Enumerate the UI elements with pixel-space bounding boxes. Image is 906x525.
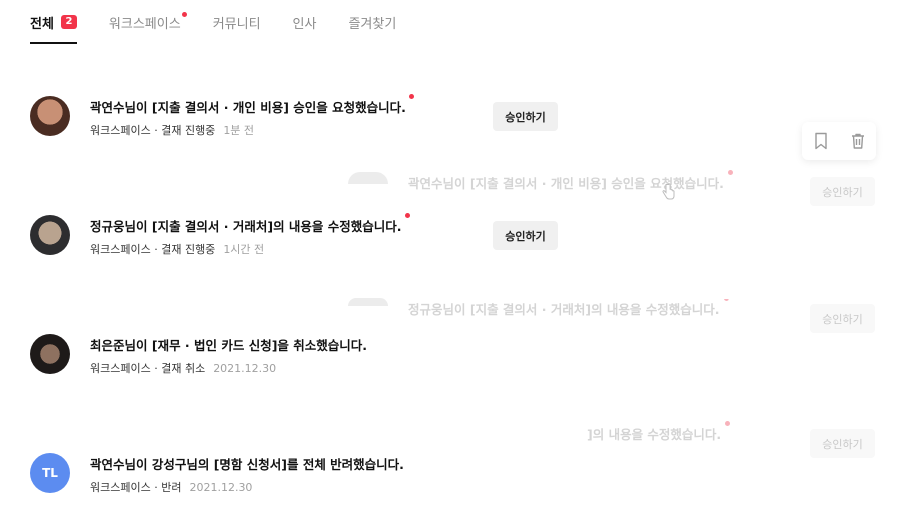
- tab-all-count-badge: 2: [60, 15, 77, 29]
- notification-time: 2021.12.30: [213, 362, 277, 375]
- tab-hr[interactable]: 인사: [293, 0, 317, 44]
- notification-meta: 워크스페이스 · 결재 취소 2021.12.30: [90, 362, 277, 375]
- unread-dot: [408, 94, 414, 99]
- tab-favorites-label: 즐겨찾기: [348, 16, 397, 32]
- hand-cursor-icon: [661, 183, 675, 205]
- trash-icon[interactable]: [847, 130, 869, 152]
- avatar-initials: TL: [30, 453, 70, 493]
- tab-community[interactable]: 커뮤니티: [213, 0, 261, 44]
- ghost-notification-title: 정규웅님이 [지출 결의서 · 거래처]의 내용을 수정했습니다.: [408, 299, 729, 318]
- avatar: [30, 334, 70, 374]
- notification-meta: 워크스페이스 · 결재 진행중 1시간 전: [90, 243, 265, 256]
- ghost-avatar: [348, 298, 388, 306]
- tab-hr-label: 인사: [292, 16, 317, 32]
- notification-title: 최은준님이 [재무 · 법인 카드 신청]을 취소했습니다.: [90, 338, 368, 353]
- notification-item[interactable]: TL 곽연수님이 강성구님의 [명함 신청서]를 전체 반려했습니다. 워크스페…: [30, 453, 590, 509]
- ghost-notification-title: ]의 내용을 수정했습니다.: [587, 421, 731, 443]
- approve-button[interactable]: 승인하기: [493, 102, 558, 131]
- notification-title: 곽연수님이 [지출 결의서 · 개인 비용] 승인을 요청했습니다.: [90, 94, 414, 116]
- notification-actions: [802, 122, 876, 160]
- notification-time: 2021.12.30: [189, 481, 253, 494]
- tab-workspace-label: 워크스페이스: [108, 16, 181, 32]
- ghost-approve-button: 승인하기: [810, 304, 875, 333]
- notification-meta: 워크스페이스 · 반려 2021.12.30: [90, 481, 253, 494]
- ghost-notification-title: 곽연수님이 [지출 결의서 · 개인 비용] 승인을 요청했습니다.: [408, 170, 733, 192]
- ghost-avatar: [348, 172, 388, 184]
- notification-item[interactable]: 정규웅님이 [지출 결의서 · 거래처]의 내용을 수정했습니다. 워크스페이스…: [30, 213, 590, 271]
- notification-meta: 워크스페이스 · 결재 진행중 1분 전: [90, 124, 255, 137]
- notification-title: 곽연수님이 강성구님의 [명함 신청서]를 전체 반려했습니다.: [90, 457, 404, 472]
- tab-workspace[interactable]: 워크스페이스: [108, 0, 187, 44]
- notification-item[interactable]: 곽연수님이 [지출 결의서 · 개인 비용] 승인을 요청했습니다. 워크스페이…: [30, 94, 590, 152]
- avatar: [30, 215, 70, 255]
- unread-dot: [404, 213, 410, 218]
- avatar: [30, 96, 70, 136]
- tab-favorites[interactable]: 즐겨찾기: [348, 0, 396, 44]
- tab-all-label: 전체: [30, 16, 54, 32]
- ghost-approve-button: 승인하기: [810, 177, 875, 206]
- tab-workspace-new-dot: [181, 12, 187, 17]
- notification-item[interactable]: 최은준님이 [재무 · 법인 카드 신청]을 취소했습니다. 워크스페이스 · …: [30, 334, 590, 390]
- notification-time: 1시간 전: [223, 243, 265, 256]
- ghost-approve-button: 승인하기: [810, 429, 875, 458]
- tab-all[interactable]: 전체 2: [30, 0, 77, 44]
- notification-time: 1분 전: [223, 124, 255, 137]
- notification-tabs: 전체 2 워크스페이스 커뮤니티 인사 즐겨찾기: [30, 0, 428, 44]
- approve-button[interactable]: 승인하기: [493, 221, 558, 250]
- tab-community-label: 커뮤니티: [212, 16, 261, 32]
- notification-title: 정규웅님이 [지출 결의서 · 거래처]의 내용을 수정했습니다.: [90, 213, 410, 235]
- bookmark-icon[interactable]: [810, 130, 832, 152]
